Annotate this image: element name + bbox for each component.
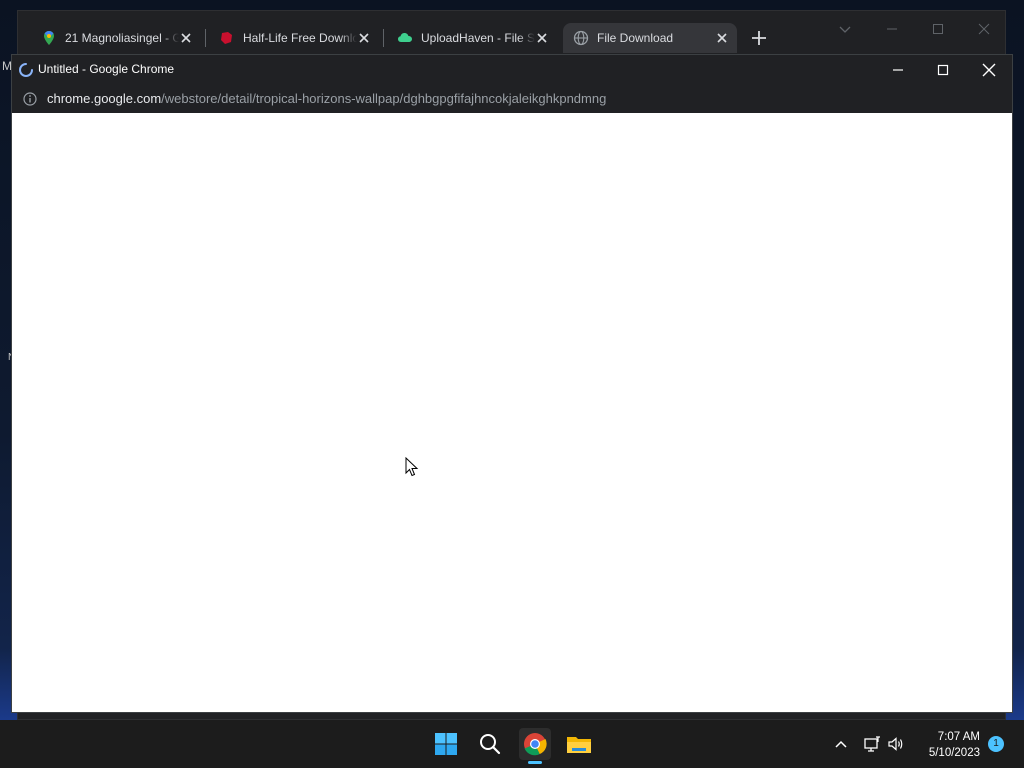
notification-badge[interactable]: 1 bbox=[988, 736, 1004, 752]
half-life-icon bbox=[221, 32, 232, 44]
search-icon bbox=[480, 734, 501, 755]
chevron-up-icon[interactable] bbox=[831, 734, 851, 754]
close-tab-icon[interactable] bbox=[535, 31, 549, 45]
popup-window-title: Untitled - Google Chrome bbox=[38, 62, 175, 76]
close-window-icon[interactable] bbox=[972, 19, 996, 39]
start-button[interactable] bbox=[430, 728, 462, 760]
tab-half-life[interactable]: Half-Life Free Download bbox=[209, 23, 379, 53]
minimize-icon[interactable] bbox=[884, 58, 912, 82]
close-tab-icon[interactable] bbox=[357, 31, 371, 45]
tab-title: Half-Life Free Download bbox=[243, 31, 357, 45]
url-path: /webstore/detail/tropical-horizons-wallp… bbox=[161, 91, 607, 106]
volume-icon[interactable] bbox=[886, 734, 906, 754]
network-icon[interactable] bbox=[862, 734, 882, 754]
search-button[interactable] bbox=[474, 728, 506, 760]
tab-title: File Download bbox=[597, 31, 674, 45]
windows-logo-icon bbox=[435, 733, 457, 755]
taskbar: 7:07 AM 5/10/2023 bbox=[0, 720, 1024, 768]
maximize-icon[interactable] bbox=[926, 19, 950, 39]
taskbar-file-explorer-button[interactable] bbox=[563, 728, 595, 760]
loading-spinner-icon bbox=[19, 63, 33, 77]
close-window-icon[interactable] bbox=[975, 58, 1003, 82]
url-text[interactable]: chrome.google.com/webstore/detail/tropic… bbox=[47, 91, 606, 106]
tab-uploadhaven[interactable]: UploadHaven - File Sharing bbox=[387, 23, 557, 53]
chrome-icon bbox=[524, 733, 547, 756]
mouse-pointer-icon bbox=[405, 457, 419, 477]
google-maps-icon bbox=[44, 31, 54, 45]
tab-strip: 21 Magnoliasingel - Google Maps Half-Lif… bbox=[18, 11, 1005, 53]
tab-separator bbox=[205, 29, 206, 47]
tab-title: 21 Magnoliasingel - Google Maps bbox=[65, 31, 179, 45]
tab-title: UploadHaven - File Sharing bbox=[421, 31, 535, 45]
clock-date: 5/10/2023 bbox=[928, 747, 980, 759]
uploadhaven-cloud-icon bbox=[398, 33, 412, 42]
minimize-icon[interactable] bbox=[880, 19, 904, 39]
new-tab-icon[interactable] bbox=[748, 27, 770, 49]
close-tab-icon[interactable] bbox=[715, 31, 729, 45]
tab-google-maps[interactable]: 21 Magnoliasingel - Google Maps bbox=[31, 23, 201, 53]
popup-browser-window: Untitled - Google Chrome chrome.google.c… bbox=[11, 54, 1013, 713]
tab-file-download[interactable]: File Download bbox=[563, 23, 737, 53]
tab-search-chevron-icon[interactable] bbox=[833, 19, 857, 39]
folder-icon bbox=[567, 737, 591, 753]
close-tab-icon[interactable] bbox=[179, 31, 193, 45]
running-indicator bbox=[528, 761, 542, 764]
address-bar[interactable]: chrome.google.com/webstore/detail/tropic… bbox=[12, 85, 1012, 113]
popup-titlebar[interactable]: Untitled - Google Chrome bbox=[12, 55, 1012, 85]
clock-time: 7:07 AM bbox=[937, 731, 980, 743]
maximize-icon[interactable] bbox=[929, 58, 957, 82]
page-content-blank[interactable] bbox=[12, 113, 1012, 712]
clock[interactable]: 7:07 AM 5/10/2023 bbox=[910, 729, 980, 761]
globe-icon bbox=[573, 30, 589, 46]
info-icon[interactable] bbox=[23, 92, 37, 106]
url-host: chrome.google.com bbox=[47, 91, 162, 106]
tab-separator bbox=[383, 29, 384, 47]
taskbar-chrome-button[interactable] bbox=[519, 728, 551, 760]
